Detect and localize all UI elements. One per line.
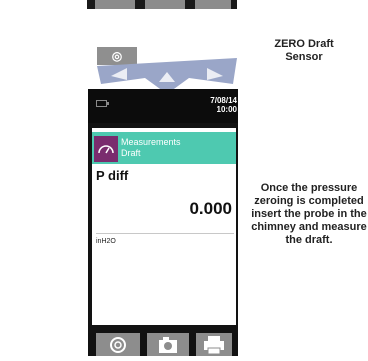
previous-zero-button — [95, 0, 135, 9]
zero-draft-label: ZERO Draft Sensor — [274, 38, 334, 63]
gauge-icon[interactable] — [94, 136, 118, 162]
previous-device-bottom-bar — [87, 0, 237, 9]
measurement-unit: inH2O — [96, 238, 116, 245]
instruction-label: Once the pressure zeroing is completed i… — [251, 182, 367, 246]
battery-icon — [96, 100, 109, 107]
zero-button[interactable] — [96, 333, 140, 356]
zero-icon — [110, 337, 126, 353]
status-date-text: 7/08/14 — [210, 96, 237, 105]
status-datetime: 7/08/14 10:00 — [210, 96, 237, 114]
previous-photo-button — [145, 0, 185, 9]
measurement-name: P diff — [96, 168, 129, 183]
previous-print-button — [195, 0, 231, 9]
divider — [96, 233, 234, 234]
header-subtitle: Draft — [121, 148, 141, 158]
status-time-text: 10:00 — [216, 105, 237, 114]
measurement-value: 0.000 — [189, 199, 232, 218]
camera-button[interactable] — [147, 333, 189, 356]
header-title: Measurements — [121, 137, 181, 147]
print-icon — [204, 336, 224, 355]
print-button[interactable] — [196, 333, 232, 356]
camera-icon — [159, 337, 177, 353]
